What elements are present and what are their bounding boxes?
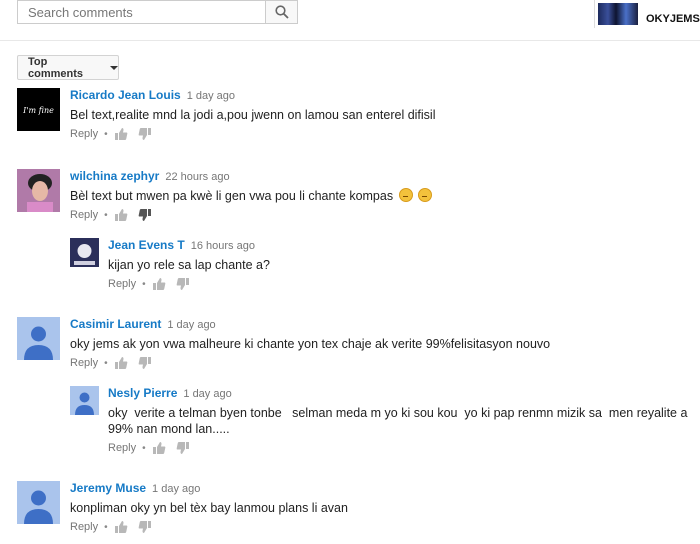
thumbs-up-icon[interactable] (114, 127, 128, 141)
separator-dot: • (104, 128, 108, 140)
avatar[interactable] (70, 386, 99, 415)
sort-comments-dropdown[interactable]: Top comments (17, 55, 119, 80)
search-button[interactable] (265, 0, 298, 24)
thumbs-down-icon[interactable] (138, 127, 152, 141)
comment-timestamp[interactable]: 1 day ago (183, 388, 231, 400)
comment-text: oky jems ak yon vwa malheure ki chante y… (70, 337, 551, 351)
reply-button[interactable]: Reply (70, 357, 98, 369)
comment-text: Bèl text but mwen pa kwè li gen vwa pou … (70, 189, 394, 203)
comment-timestamp[interactable]: 1 day ago (152, 483, 200, 495)
channel-name[interactable]: OKYJEMS N (646, 13, 700, 25)
channel-thumbnail[interactable] (598, 3, 638, 25)
comment-timestamp[interactable]: 1 day ago (167, 319, 215, 331)
thumbs-down-icon[interactable] (176, 277, 190, 291)
reply-button[interactable]: Reply (70, 128, 98, 140)
comment-text: oky verite a telman byen tonbe selman me… (108, 406, 691, 436)
thumbs-down-icon[interactable] (138, 520, 152, 534)
avatar[interactable] (17, 481, 60, 524)
avatar[interactable] (70, 238, 99, 267)
thumbs-up-icon[interactable] (152, 441, 166, 455)
comment-text: konpliman oky yn bel tèx bay lanmou plan… (70, 501, 348, 515)
avatar[interactable]: I'm fine (17, 88, 60, 131)
comment-author[interactable]: wilchina zephyr (70, 169, 159, 183)
thumbs-up-icon[interactable] (152, 277, 166, 291)
thumbs-down-icon[interactable] (138, 208, 152, 222)
comment-text: kijan yo rele sa lap chante a? (108, 258, 270, 272)
reply-button[interactable]: Reply (70, 521, 98, 533)
search-icon (274, 5, 289, 19)
separator-dot: • (142, 442, 146, 454)
thumbs-down-icon[interactable] (138, 356, 152, 370)
thumbs-up-icon[interactable] (114, 208, 128, 222)
comment-author[interactable]: Ricardo Jean Louis (70, 88, 181, 102)
reply-button[interactable]: Reply (108, 278, 136, 290)
channel-link[interactable]: OKYJEMS N (594, 0, 700, 28)
comment-timestamp[interactable]: 16 hours ago (191, 240, 255, 252)
reply-button[interactable]: Reply (70, 209, 98, 221)
thumbs-up-icon[interactable] (114, 356, 128, 370)
thumbs-down-icon[interactable] (176, 441, 190, 455)
thumbs-up-icon[interactable] (114, 520, 128, 534)
comment-author[interactable]: Jeremy Muse (70, 481, 146, 495)
sort-label: Top comments (28, 55, 84, 80)
comment-author[interactable]: Jean Evens T (108, 238, 185, 252)
separator-dot: • (104, 357, 108, 369)
separator-dot: • (104, 209, 108, 221)
comment-author[interactable]: Nesly Pierre (108, 386, 177, 400)
emoji-icon (398, 188, 413, 202)
svg-text:I'm fine: I'm fine (22, 106, 54, 115)
avatar[interactable] (17, 317, 60, 360)
separator-dot: • (104, 521, 108, 533)
avatar[interactable] (17, 169, 60, 212)
separator-dot: • (142, 278, 146, 290)
top-bar: OKYJEMS N (0, 0, 700, 41)
comment-timestamp[interactable]: 22 hours ago (165, 171, 229, 183)
emoji-icon (418, 188, 433, 202)
comment-text-line: Bèl text but mwen pa kwè li gen vwa pou … (70, 188, 700, 204)
reply-button[interactable]: Reply (108, 442, 136, 454)
comment-timestamp[interactable]: 1 day ago (187, 90, 235, 102)
search-input[interactable] (17, 0, 265, 24)
comment-text: Bel text,realite mnd la jodi a,pou jwenn… (70, 108, 436, 122)
comment-author[interactable]: Casimir Laurent (70, 317, 161, 331)
chevron-down-icon (110, 65, 118, 70)
